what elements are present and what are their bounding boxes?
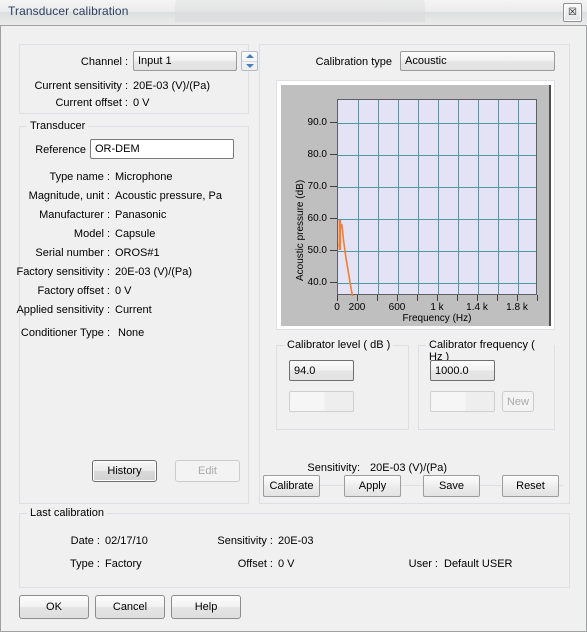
chart-x-tick-label: 1 k [430,302,444,313]
save-button[interactable]: Save [423,475,480,497]
chart-plot-area [337,99,537,296]
reset-button[interactable]: Reset [502,475,559,497]
last-calibration-date-value: 02/17/10 [105,535,148,547]
reference-select[interactable]: OR-DEM [90,139,234,159]
dialog-body: Channel : Input 1 Current sensitivity : … [0,25,587,632]
factory-offset-label: Factory offset : [37,285,110,297]
channel-stepper-up[interactable] [242,52,257,62]
chart-x-tick-label: 600 [388,302,406,313]
last-calibration-legend: Last calibration [27,507,107,519]
last-calibration-sensitivity-value: 20E-03 [278,535,314,547]
calibration-type-label: Calibration type [315,56,392,68]
calibrator-level-select[interactable]: 94.0 [289,360,354,381]
channel-stepper[interactable] [241,51,258,71]
type-name-label: Type name : [49,171,110,183]
manufacturer-value: Panasonic [115,209,167,221]
transducer-group: Transducer Reference OR-DEM Type name : … [16,120,249,504]
magnitude-unit-value: Acoustic pressure, Pa [115,190,222,202]
calibrator-frequency-select[interactable]: 1000.0 [430,360,495,381]
transducer-group-legend: Transducer [27,120,89,132]
new-button: New [502,391,534,412]
chart-x-tick-label: 1.4 k [466,302,488,313]
calibrator-level-group: Calibrator level ( dB ) 94.0 [276,339,409,430]
current-sensitivity-value: 20E-03 (V)/(Pa) [133,80,211,92]
last-calibration-user-label: User : [408,558,438,570]
calibration-sensitivity-value: 20E-03 (V)/(Pa) [370,462,448,474]
calibrator-level-secondary-select [289,391,354,412]
last-calibration-date-label: Date : [70,535,100,547]
calibration-panel: Calibration type Acoustic Acoustic press… [259,44,570,504]
last-calibration-sensitivity-label: Sensitivity : [217,535,273,547]
magnitude-unit-label: Magnitude, unit : [28,190,110,202]
model-label: Model : [73,228,110,240]
last-calibration-type-value: Factory [105,558,142,570]
chart-y-axis-title: Acoustic pressure (dB) [295,179,306,281]
history-button[interactable]: History [92,460,157,482]
transducer-calibration-window: Transducer calibration ☒ Channel : Input… [0,0,587,632]
conditioner-type-value: None [118,327,145,339]
model-value: Capsule [115,228,156,240]
chart-y-tick-label: 50.0 [307,245,327,256]
type-name-value: Microphone [115,171,173,183]
window-title: Transducer calibration [8,4,129,18]
applied-sensitivity-value: Current [115,304,152,316]
edit-button: Edit [175,460,240,482]
calibration-sensitivity-label: Sensitivity: [307,462,360,474]
chart-y-tick-label: 70.0 [307,181,327,192]
calibrator-frequency-group: Calibrator frequency ( Hz ) 1000.0 New [418,339,555,430]
ok-button[interactable]: OK [19,595,89,619]
last-calibration-offset-label: Offset : [237,558,273,570]
apply-button[interactable]: Apply [344,475,401,497]
serial-number-value: OROS#1 [115,247,160,259]
channel-stepper-down[interactable] [242,62,257,71]
calibrator-frequency-secondary-select [430,391,495,412]
channel-label: Channel : [80,56,128,68]
chart-y-tick-label: 80.0 [307,149,327,160]
chart-y-tick-label: 90.0 [307,117,327,128]
chart-y-tick-label: 60.0 [307,213,327,224]
close-icon[interactable]: ☒ [563,3,582,22]
factory-sensitivity-value: 20E-03 (V)/(Pa) [115,266,193,278]
channel-panel: Channel : Input 1 Current sensitivity : … [19,44,258,114]
calibrator-level-legend: Calibrator level ( dB ) [284,339,394,351]
chart-x-tick-label: 200 [348,302,366,313]
last-calibration-user-value: Default USER [444,558,513,570]
factory-offset-value: 0 V [115,285,132,297]
conditioner-type-label: Conditioner Type : [20,327,110,339]
help-button[interactable]: Help [171,595,241,619]
chart-x-axis-title: Frequency (Hz) [402,313,472,324]
current-offset-value: 0 V [133,97,150,109]
background-window-ghost [175,0,425,22]
factory-sensitivity-label: Factory sensitivity : [16,266,110,278]
calibrate-button[interactable]: Calibrate [263,475,320,497]
chart-y-tick-label: 40.0 [307,277,327,288]
chart-plot-frame: Acoustic pressure (dB) 40.0 50.0 60.0 70… [281,85,551,326]
window-title-bar: Transducer calibration ☒ [0,0,587,25]
manufacturer-label: Manufacturer : [39,209,110,221]
channel-select[interactable]: Input 1 [133,51,237,71]
reference-label: Reference [35,144,86,156]
last-calibration-type-label: Type : [70,558,100,570]
current-offset-label: Current offset : [55,97,128,109]
chart-container: Acoustic pressure (dB) 40.0 50.0 60.0 70… [276,80,555,330]
chart-series-line [338,220,354,296]
serial-number-label: Serial number : [35,247,110,259]
calibration-type-select[interactable]: Acoustic [400,51,555,71]
current-sensitivity-label: Current sensitivity : [34,80,128,92]
last-calibration-offset-value: 0 V [278,558,295,570]
last-calibration-group: Last calibration Date : 02/17/10 Sensiti… [19,507,570,588]
chart-x-tick-label: 1.8 k [506,302,528,313]
cancel-button[interactable]: Cancel [95,595,165,619]
applied-sensitivity-label: Applied sensitivity : [16,304,110,316]
